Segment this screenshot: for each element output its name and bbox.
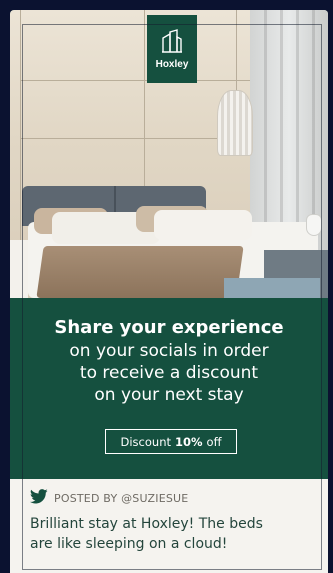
wall-panel-line (20, 138, 250, 139)
wall-panel-line (144, 10, 145, 200)
posted-by-label: POSTED BY @SUZIESUE (54, 492, 189, 505)
bed-throw (36, 246, 244, 298)
wall-panel-line (20, 80, 250, 81)
nightstand (10, 240, 28, 298)
brand-logo[interactable]: Hoxley (147, 15, 197, 83)
promo-text: Share your experience on your socials in… (10, 316, 328, 406)
wall-panel-line (20, 10, 21, 240)
promo-line: on your socials in order (69, 341, 269, 361)
brand-name: Hoxley (155, 58, 189, 70)
social-post: POSTED BY @SUZIESUE Brilliant stay at Ho… (10, 479, 328, 573)
promo-headline: Share your experience (54, 317, 284, 338)
teapot (306, 214, 322, 236)
post-text-line: are like sleeping on a cloud! (30, 536, 228, 552)
building-icon (161, 28, 183, 57)
promo-card: Hoxley Share your experience on your soc… (10, 10, 328, 573)
lamp-cord (236, 10, 237, 92)
discount-suffix: off (206, 434, 222, 449)
bed-bench (224, 278, 320, 298)
post-text: Brilliant stay at Hoxley! The beds are l… (30, 514, 312, 554)
promo-line: on your next stay (94, 385, 244, 405)
discount-amount: 10% (175, 434, 203, 449)
pendant-lamp (217, 90, 253, 156)
pillow (154, 210, 252, 240)
post-text-line: Brilliant stay at Hoxley! The beds (30, 516, 263, 532)
post-header: POSTED BY @SUZIESUE (29, 489, 312, 508)
discount-badge[interactable]: Discount 10% off (105, 429, 237, 454)
promo-line: to receive a discount (79, 363, 259, 383)
discount-prefix: Discount (120, 434, 172, 449)
twitter-bird-icon (29, 489, 48, 508)
